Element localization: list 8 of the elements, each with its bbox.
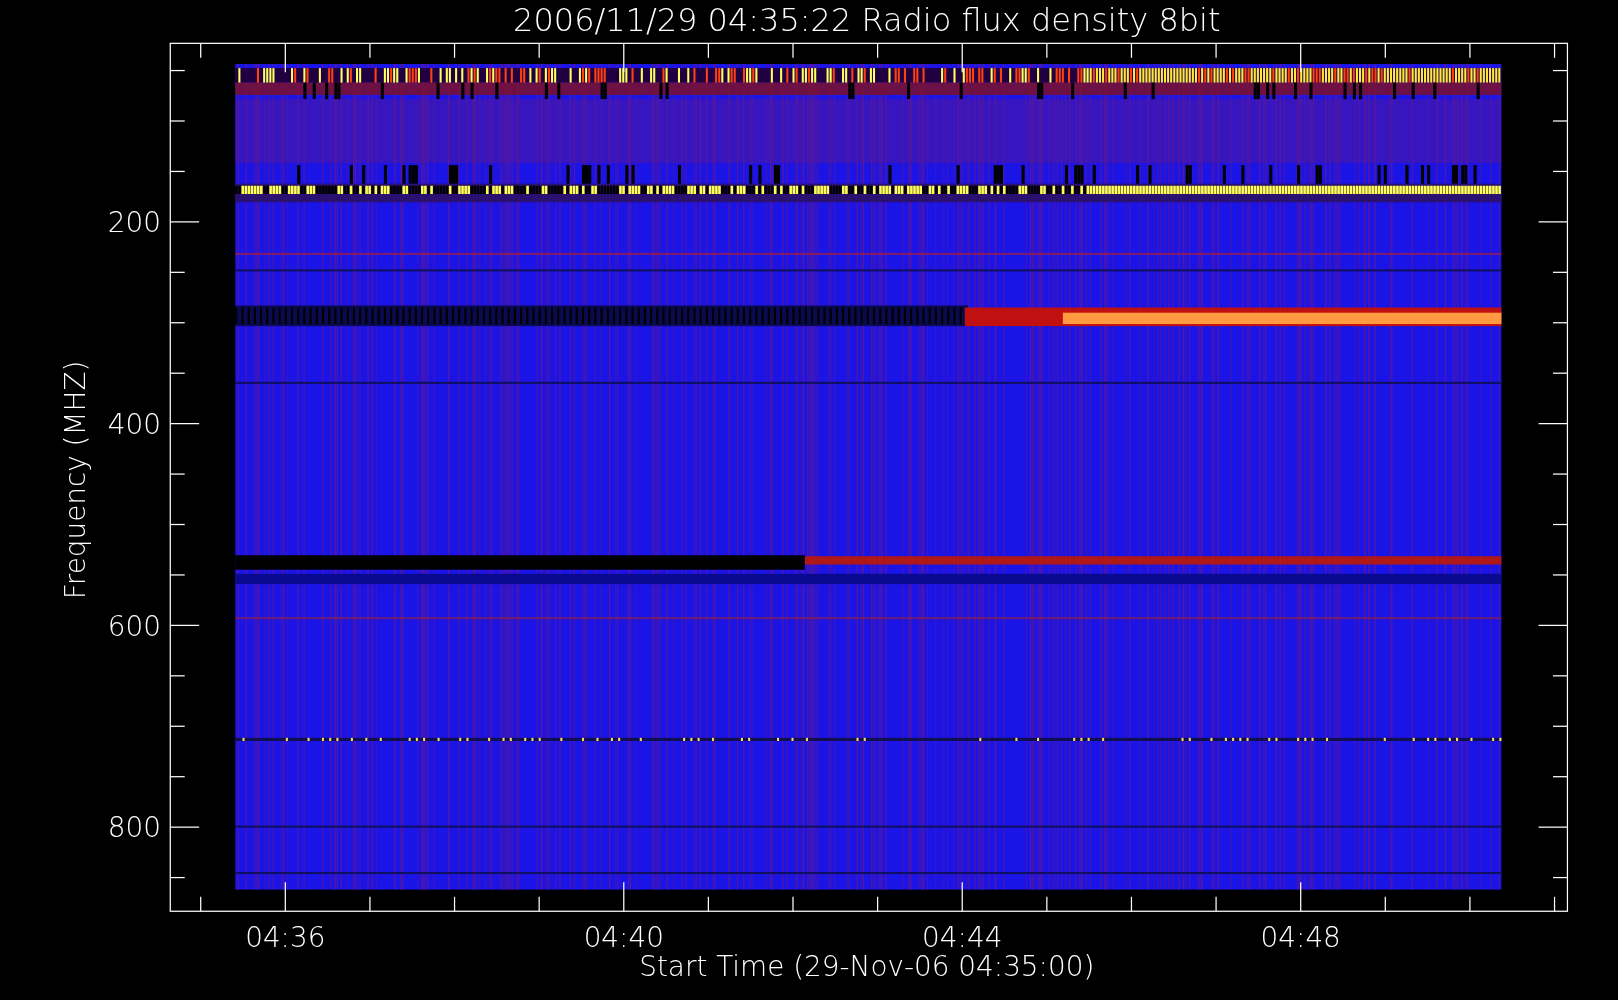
axis-tick-label: 800 [107, 811, 161, 845]
axis-tick-label: 04:36 [245, 921, 326, 955]
plot-title: 2006/11/29 04:35:22 Radio flux density 8bit [513, 0, 1221, 39]
axis-tick-label: 400 [107, 407, 161, 441]
y-axis-title: Frequency (MHZ) [58, 360, 92, 600]
axis-tick-label: 200 [107, 206, 161, 240]
axis-tick-label: 04:48 [1260, 921, 1341, 955]
axis-tick-label: 600 [107, 609, 161, 643]
